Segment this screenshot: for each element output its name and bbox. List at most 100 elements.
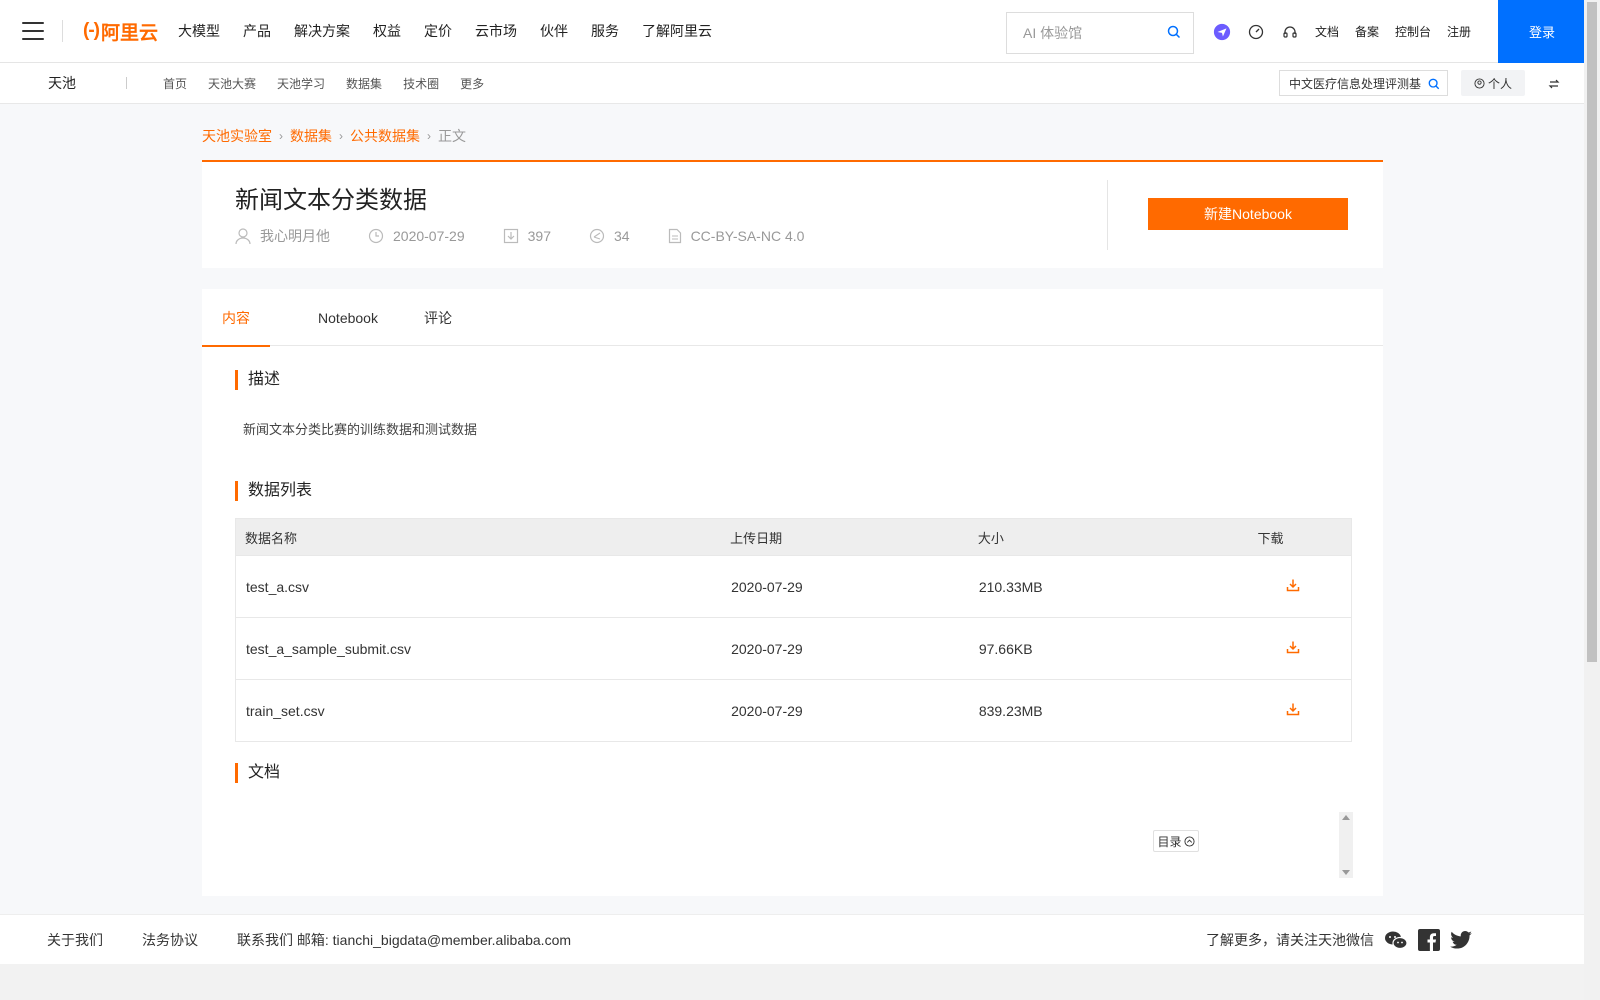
breadcrumb-datasets[interactable]: 数据集 — [290, 126, 332, 146]
page-scrollbar-thumb[interactable] — [1587, 2, 1597, 662]
meta-shares: 34 — [589, 228, 630, 244]
breadcrumb-separator-icon: › — [427, 129, 431, 143]
menu-item-partners[interactable]: 伙伴 — [540, 21, 568, 41]
tianchi-brand[interactable]: 天池 — [48, 73, 126, 93]
toc-button[interactable]: 目录 — [1153, 830, 1199, 852]
nav-divider — [62, 20, 63, 42]
menu-item-benefits[interactable]: 权益 — [373, 21, 401, 41]
new-notebook-button[interactable]: 新建Notebook — [1148, 198, 1348, 230]
switch-icon[interactable] — [1548, 77, 1560, 95]
subnav-home[interactable]: 首页 — [163, 75, 187, 92]
gauge-icon[interactable] — [1247, 23, 1265, 41]
nav-console[interactable]: 控制台 — [1395, 23, 1431, 40]
header-filename: 数据名称 — [235, 518, 722, 556]
subnav-links: 首页 天池大赛 天池学习 数据集 技术圈 更多 — [163, 75, 505, 92]
subnav-more[interactable]: 更多 — [460, 75, 484, 92]
menu-item-products[interactable]: 产品 — [243, 21, 271, 41]
search-icon[interactable] — [1167, 25, 1181, 44]
nav-filing[interactable]: 备案 — [1355, 23, 1379, 40]
headset-icon[interactable] — [1281, 23, 1299, 41]
author-name[interactable]: 我心明月他 — [260, 226, 330, 246]
personal-label: 个人 — [1487, 76, 1512, 91]
user-icon — [235, 228, 251, 245]
user-circle-icon — [1474, 77, 1485, 89]
wechat-icon[interactable] — [1384, 930, 1408, 950]
license-text: CC-BY-SA-NC 4.0 — [690, 228, 805, 244]
breadcrumb: 天池实验室 › 数据集 › 公共数据集 › 正文 — [202, 126, 466, 146]
clock-icon — [368, 228, 384, 244]
document-icon — [668, 228, 681, 244]
file-download-cell — [1257, 679, 1352, 742]
download-count-icon — [503, 228, 518, 244]
description-text: 新闻文本分类比赛的训练数据和测试数据 — [243, 422, 478, 437]
scroll-down-icon[interactable] — [1342, 870, 1350, 875]
page-scrollbar[interactable] — [1584, 0, 1600, 1000]
subnav-divider — [126, 77, 127, 89]
top-right-nav: 文档 备案 控制台 注册 — [1213, 0, 1487, 63]
global-search-input[interactable] — [1023, 25, 1163, 41]
menu-item-about[interactable]: 了解阿里云 — [642, 21, 712, 41]
download-icon[interactable] — [1286, 578, 1300, 595]
menu-item-services[interactable]: 服务 — [591, 21, 619, 41]
header-divider — [1107, 180, 1108, 250]
subnav-datasets[interactable]: 数据集 — [346, 75, 382, 92]
content-tabs: 内容 Notebook 评论 — [202, 289, 1383, 347]
menu-item-pricing[interactable]: 定价 — [424, 21, 452, 41]
meta-downloads: 397 — [503, 228, 551, 244]
subnav-search — [1279, 70, 1448, 96]
file-size: 210.33MB — [968, 555, 1258, 618]
chevron-up-icon — [1183, 835, 1195, 847]
nav-register[interactable]: 注册 — [1447, 23, 1471, 40]
file-download-cell — [1257, 555, 1352, 618]
meta-license: CC-BY-SA-NC 4.0 — [668, 228, 805, 244]
share-count: 34 — [613, 228, 630, 244]
facebook-icon[interactable] — [1418, 929, 1440, 951]
ai-assistant-icon[interactable] — [1213, 23, 1231, 41]
section-title-docs: 文档 — [235, 763, 280, 783]
meta-date: 2020-07-29 — [368, 228, 465, 244]
subnav-search-input[interactable] — [1289, 76, 1425, 90]
twitter-icon[interactable] — [1450, 931, 1472, 949]
header-upload-date: 上传日期 — [721, 518, 969, 556]
nav-docs[interactable]: 文档 — [1315, 23, 1339, 40]
global-search — [1006, 12, 1194, 54]
docs-scrollbar[interactable] — [1339, 812, 1353, 878]
aliyun-logo[interactable]: (-) 阿里云 — [83, 18, 158, 45]
footer-contact: 联系我们 邮箱: tianchi_bigdata@member.alibaba.… — [237, 931, 572, 948]
aliyun-logo-mark: (-) — [83, 20, 100, 41]
menu-item-models[interactable]: 大模型 — [178, 21, 220, 41]
menu-icon[interactable] — [22, 22, 44, 40]
file-download-cell — [1257, 617, 1352, 680]
breadcrumb-tianchi-lab[interactable]: 天池实验室 — [202, 126, 272, 146]
subnav-tech-circle[interactable]: 技术圈 — [403, 75, 439, 92]
file-date: 2020-07-29 — [721, 555, 969, 618]
tianchi-subnav: 天池 首页 天池大赛 天池学习 数据集 技术圈 更多 个人 — [0, 63, 1584, 104]
footer-legal[interactable]: 法务协议 — [142, 930, 198, 950]
download-icon[interactable] — [1286, 640, 1300, 657]
toc-label: 目录 — [1157, 834, 1182, 849]
table-row: train_set.csv 2020-07-29 839.23MB — [235, 679, 1352, 742]
menu-item-marketplace[interactable]: 云市场 — [475, 21, 517, 41]
table-header-row: 数据名称 上传日期 大小 下载 — [235, 518, 1352, 556]
file-date: 2020-07-29 — [721, 679, 969, 742]
menu-item-solutions[interactable]: 解决方案 — [294, 21, 350, 41]
personal-button[interactable]: 个人 — [1461, 70, 1525, 96]
meta-author: 我心明月他 — [235, 226, 330, 246]
scroll-up-icon[interactable] — [1342, 815, 1350, 820]
breadcrumb-public-datasets[interactable]: 公共数据集 — [350, 126, 420, 146]
share-icon — [589, 228, 605, 244]
login-button[interactable]: 登录 — [1498, 0, 1586, 63]
footer-about-us[interactable]: 关于我们 — [47, 930, 103, 950]
subnav-learning[interactable]: 天池学习 — [277, 75, 325, 92]
tab-notebook[interactable]: Notebook — [294, 289, 402, 346]
search-icon[interactable] — [1428, 77, 1440, 95]
tab-comments[interactable]: 评论 — [418, 289, 458, 346]
breadcrumb-separator-icon: › — [339, 129, 343, 143]
page-bottom-band — [0, 964, 1584, 1000]
header-download: 下载 — [1257, 518, 1352, 556]
download-icon[interactable] — [1286, 702, 1300, 719]
table-row: test_a.csv 2020-07-29 210.33MB — [235, 555, 1352, 618]
subnav-competitions[interactable]: 天池大赛 — [208, 75, 256, 92]
tab-content[interactable]: 内容 — [202, 289, 270, 347]
table-row: test_a_sample_submit.csv 2020-07-29 97.6… — [235, 617, 1352, 680]
